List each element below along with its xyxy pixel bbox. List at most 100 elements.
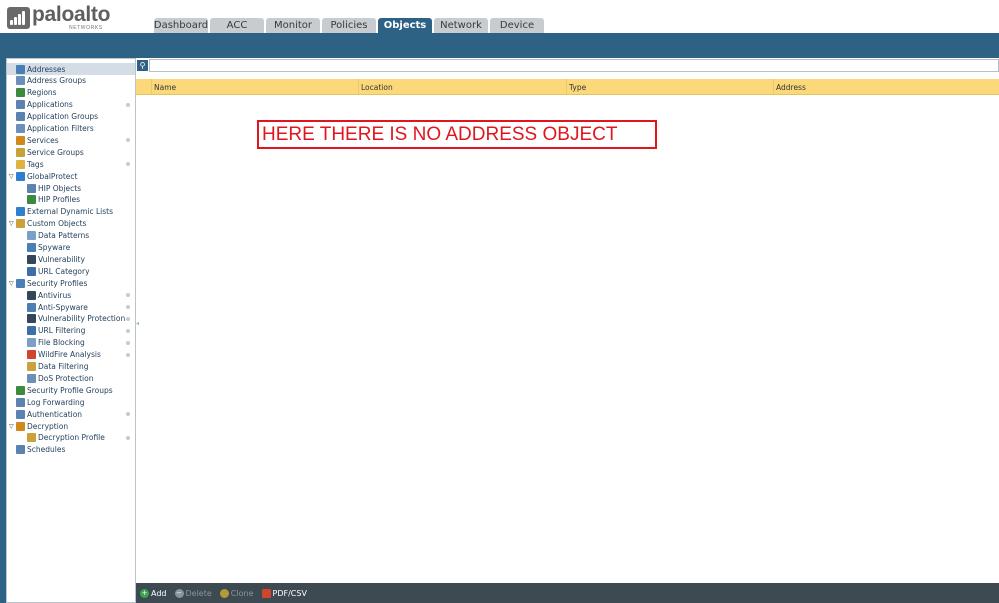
tab-device[interactable]: Device (490, 18, 544, 33)
column-header-name[interactable]: Name (151, 79, 358, 95)
hip-object-icon (27, 183, 36, 193)
sidebar-item-label: Decryption (27, 421, 69, 431)
external-list-icon (16, 207, 25, 217)
sidebar-item-label: Address Groups (27, 76, 86, 86)
sidebar-item-antivirus[interactable]: Antivirus (7, 289, 135, 301)
tab-policies[interactable]: Policies (322, 18, 376, 33)
status-dot-icon (126, 316, 130, 321)
search-icon[interactable]: ⚲ (137, 60, 148, 71)
status-dot-icon (126, 138, 130, 143)
security-profiles-icon (16, 278, 25, 288)
sidebar-item-label: Decryption Profile (38, 433, 105, 443)
add-icon: + (140, 588, 149, 598)
address-group-icon (16, 76, 25, 86)
pdf-csv-icon (261, 588, 271, 598)
data-filtering-icon (27, 362, 36, 371)
column-header-type[interactable]: Type (566, 79, 773, 95)
main-panel: ⚲ Name Location Type Address HERE THERE IS … (136, 58, 999, 583)
clone-icon (219, 588, 229, 598)
delete-icon: − (174, 588, 184, 598)
hip-profile-icon (27, 195, 36, 205)
sidebar-item-spyware[interactable]: Spyware (7, 242, 135, 254)
sidebar-item-label: URL Category (38, 266, 90, 276)
sidebar-item-label: Data Filtering (38, 362, 89, 371)
sidebar-item-security-profiles[interactable]: Security Profiles ▽ (7, 277, 135, 289)
sidebar-item-url-category[interactable]: URL Category (7, 265, 135, 277)
filter-input[interactable] (149, 59, 999, 72)
sidebar-item-application-groups[interactable]: Application Groups (7, 111, 135, 123)
expand-triangle-icon[interactable]: ▽ (9, 173, 14, 180)
application-icon (16, 100, 25, 110)
tab-network[interactable]: Network (434, 18, 488, 33)
expand-triangle-icon[interactable]: ▽ (9, 220, 14, 227)
sidebar-item-address-groups[interactable]: Address Groups (7, 75, 135, 87)
file-blocking-icon (27, 338, 36, 348)
status-dot-icon (126, 435, 130, 440)
tab-dashboard[interactable]: Dashboard (154, 18, 208, 33)
splitter-handle[interactable]: ◂ (136, 320, 140, 330)
sidebar-item-log-forwarding[interactable]: Log Forwarding (7, 396, 135, 408)
sidebar-item-vulnerability-protection[interactable]: Vulnerability Protection (7, 313, 135, 325)
sidebar-item-globalprotect[interactable]: GlobalProtect ▽ (7, 170, 135, 182)
sidebar-item-anti-spyware[interactable]: Anti-Spyware (7, 301, 135, 313)
sidebar-item-hip-profiles[interactable]: HIP Profiles (7, 194, 135, 206)
sidebar-item-external-dynamic-lists[interactable]: External Dynamic Lists (7, 206, 135, 218)
vulnerability-icon (27, 254, 36, 264)
sidebar-item-custom-objects[interactable]: Custom Objects ▽ (7, 218, 135, 230)
sidebar-item-data-filtering[interactable]: Data Filtering (7, 361, 135, 373)
sidebar-item-application-filters[interactable]: Application Filters (7, 123, 135, 135)
sidebar-item-data-patterns[interactable]: Data Patterns (7, 230, 135, 242)
pdf-csv-button[interactable]: PDF/CSV (261, 588, 307, 598)
antivirus-icon (27, 290, 36, 300)
sidebar-item-dos-protection[interactable]: DoS Protection (7, 372, 135, 384)
sidebar-item-regions[interactable]: Regions (7, 87, 135, 99)
tab-objects[interactable]: Objects (378, 18, 432, 33)
sidebar-item-label: Data Patterns (38, 231, 90, 241)
sidebar-item-addresses[interactable]: Addresses (7, 63, 135, 75)
delete-button[interactable]: − Delete (174, 588, 212, 598)
status-dot-icon (126, 352, 130, 357)
sidebar-item-vulnerability[interactable]: Vulnerability (7, 253, 135, 265)
status-dot-icon (126, 305, 130, 309)
decryption-icon (16, 421, 25, 431)
sidebar-item-decryption[interactable]: Decryption ▽ (7, 420, 135, 432)
sidebar-item-wildfire-analysis[interactable]: WildFire Analysis (7, 349, 135, 361)
tab-acc[interactable]: ACC (210, 18, 264, 33)
sidebar-item-label: Vulnerability (38, 254, 85, 264)
sidebar-item-services[interactable]: Services (7, 134, 135, 146)
tab-monitor[interactable]: Monitor (266, 18, 320, 33)
sidebar-item-url-filtering[interactable]: URL Filtering (7, 325, 135, 337)
service-group-icon (16, 147, 25, 157)
sidebar-item-file-blocking[interactable]: File Blocking (7, 337, 135, 349)
sidebar-item-hip-objects[interactable]: HIP Objects (7, 182, 135, 194)
sidebar-item-service-groups[interactable]: Service Groups (7, 146, 135, 158)
add-button[interactable]: + Add (140, 588, 167, 598)
sidebar-item-label: Addresses (27, 64, 66, 74)
sidebar-item-tags[interactable]: Tags (7, 158, 135, 170)
action-label: PDF/CSV (272, 588, 307, 598)
expand-triangle-icon[interactable]: ▽ (9, 280, 14, 287)
sidebar-item-authentication[interactable]: Authentication (7, 408, 135, 420)
clone-button[interactable]: Clone (219, 588, 254, 598)
sidebar-item-applications[interactable]: Applications (7, 99, 135, 111)
sidebar-item-schedules[interactable]: Schedules (7, 444, 135, 456)
sidebar-item-label: Service Groups (27, 147, 84, 157)
url-category-icon (27, 266, 36, 276)
select-column-header[interactable] (136, 79, 151, 95)
security-profile-group-icon (16, 385, 25, 395)
column-header-location[interactable]: Location (358, 79, 566, 95)
spyware-icon (27, 243, 36, 252)
sidebar-item-label: Anti-Spyware (38, 302, 88, 312)
sidebar-item-security-profile-groups[interactable]: Security Profile Groups (7, 384, 135, 396)
application-group-icon (16, 112, 25, 122)
sidebar-item-decryption-profile[interactable]: Decryption Profile (7, 432, 135, 444)
sidebar-item-label: Regions (27, 88, 57, 98)
sidebar-item-label: External Dynamic Lists (27, 207, 113, 217)
sidebar-item-label: Tags (27, 159, 44, 169)
expand-triangle-icon[interactable]: ▽ (9, 423, 14, 430)
dos-protection-icon (27, 373, 36, 383)
sidebar-item-label: WildFire Analysis (38, 350, 101, 360)
decryption-profile-icon (27, 433, 36, 443)
column-header-address[interactable]: Address (773, 79, 999, 95)
status-dot-icon (126, 328, 130, 333)
